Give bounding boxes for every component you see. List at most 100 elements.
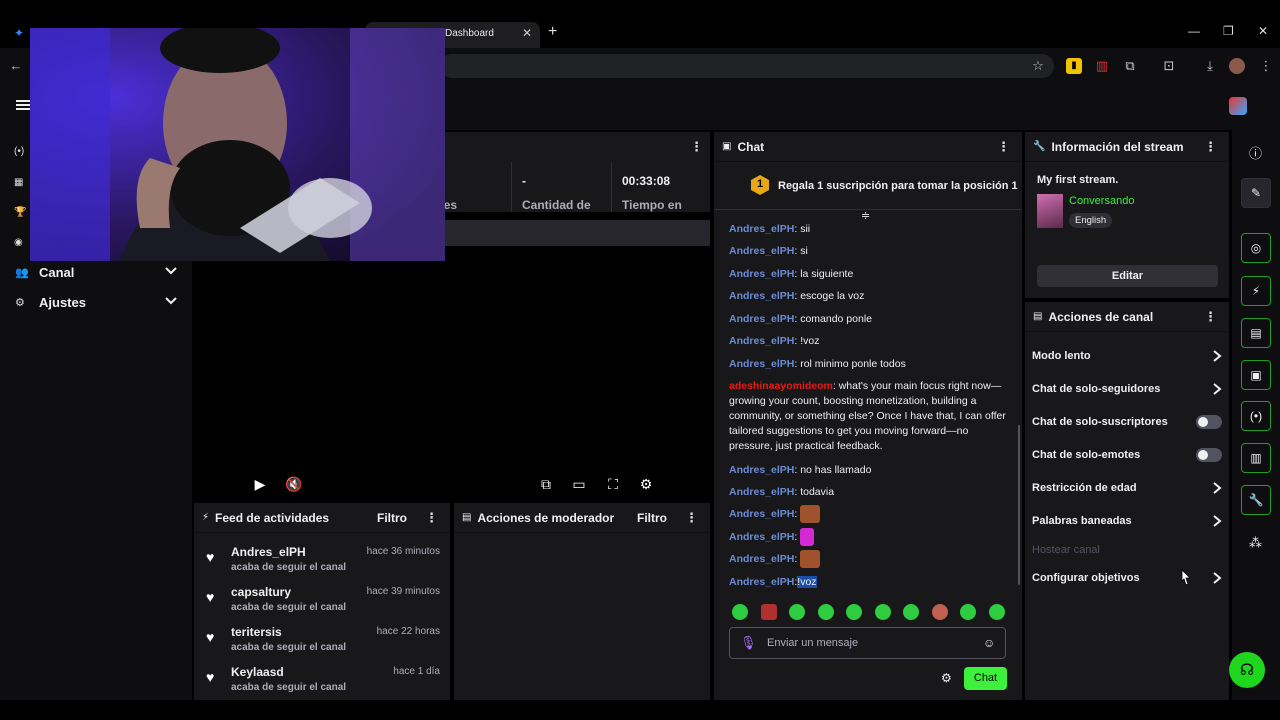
chat-kebab-icon[interactable]: ⋮	[993, 139, 1014, 155]
tab-close-icon[interactable]: ✕	[522, 26, 532, 40]
mod-kebab-icon[interactable]: ⋮	[681, 510, 702, 526]
sidebar-item-ajustes[interactable]: ⚙ Ajustes	[0, 287, 192, 317]
chat-username[interactable]: Andres_elPH	[729, 245, 794, 257]
sidebar-item-canal[interactable]: 👥 Canal	[0, 257, 192, 287]
window-close-icon[interactable]: ✕	[1258, 24, 1268, 38]
action-configure-goals[interactable]: Configurar objetivos	[1032, 566, 1222, 590]
video-settings-icon[interactable]: ⚙	[638, 476, 654, 492]
edit-quick-actions-button[interactable]: ✎	[1241, 178, 1271, 208]
feed-filter-button[interactable]: Filtro	[377, 511, 407, 525]
emotes-only-toggle[interactable]	[1196, 448, 1222, 462]
action-emotes-only[interactable]: Chat de solo-emotes	[1032, 443, 1222, 467]
chat-username[interactable]: Andres_elPH	[729, 358, 794, 370]
restore-icon[interactable]: ❐	[1223, 24, 1234, 38]
download-icon[interactable]: ⤓	[1202, 58, 1218, 74]
list-item[interactable]: ♥ Andres_elPH hace 36 minutos acaba de s…	[200, 541, 446, 581]
chevron-right-icon	[1213, 515, 1222, 527]
add-quick-action-icon[interactable]: ⁂	[1249, 535, 1262, 551]
feed-kebab-icon[interactable]: ⋮	[421, 510, 442, 526]
category-box-art[interactable]	[1037, 194, 1063, 228]
info-icon[interactable]: ⓘ	[1249, 143, 1262, 162]
action-subscribers-only[interactable]: Chat de solo-suscriptores	[1032, 410, 1222, 434]
emote-picker-item[interactable]	[989, 604, 1005, 620]
emote-picker-item[interactable]	[789, 604, 805, 620]
minimize-icon[interactable]: —	[1188, 24, 1200, 38]
chat-username[interactable]: adeshinaayomideom	[729, 380, 833, 392]
extensions-icon[interactable]: ⧉	[1122, 58, 1138, 74]
video-preview[interactable]	[194, 248, 710, 500]
stream-manager-icon[interactable]: (•)	[14, 146, 28, 160]
cast-search-icon[interactable]: ⊡	[1161, 58, 1177, 74]
chat-username[interactable]: Andres_elPH	[729, 553, 794, 565]
trophy-icon[interactable]: 🏆	[14, 207, 28, 221]
back-icon[interactable]: ←	[8, 58, 24, 74]
subscribers-only-toggle[interactable]	[1196, 415, 1222, 429]
community-icon[interactable]: ◉	[14, 237, 28, 251]
quick-action-ad[interactable]: ⚡	[1241, 276, 1271, 306]
stream-info-kebab-icon[interactable]: ⋮	[1200, 139, 1221, 155]
chat-scrollbar[interactable]	[1018, 425, 1020, 585]
emote-picker-item[interactable]	[732, 604, 748, 620]
list-item[interactable]: ♥ teritersis hace 22 horas acaba de segu…	[200, 621, 446, 661]
list-item[interactable]: ♥ Keylaasd hace 1 día acaba de seguir el…	[200, 661, 446, 701]
chat-message: Andres_elPH: todavia	[729, 485, 1009, 500]
emoji-icon[interactable]: ☺	[983, 636, 995, 650]
analytics-icon[interactable]: ▦	[14, 177, 28, 191]
fullscreen-icon[interactable]: ⛶	[605, 476, 621, 492]
chat-username[interactable]: Andres_elPH	[729, 290, 794, 302]
help-headset-button[interactable]: ☊	[1229, 652, 1265, 688]
chat-send-button[interactable]: Chat	[964, 667, 1007, 690]
emote-picker-item[interactable]	[818, 604, 834, 620]
chat-username[interactable]: Andres_elPH	[729, 268, 794, 280]
emote-picker-item[interactable]	[875, 604, 891, 620]
quick-action-clip[interactable]: ◎	[1241, 233, 1271, 263]
action-slow-mode[interactable]: Modo lento	[1032, 344, 1222, 368]
picture-in-picture-icon[interactable]: ⧉	[538, 476, 554, 492]
action-followers-only[interactable]: Chat de solo-seguidores	[1032, 377, 1222, 401]
emote-picker-item[interactable]	[846, 604, 862, 620]
mute-icon[interactable]: 🔇	[285, 476, 302, 492]
extension-puzzle-icon[interactable]: ✦	[14, 26, 24, 40]
chat-username[interactable]: Andres_elPH	[729, 486, 794, 498]
address-bar[interactable]	[440, 54, 1054, 78]
quick-action-notes[interactable]: ▤	[1241, 318, 1271, 348]
emote-picker-item[interactable]	[903, 604, 919, 620]
quick-action-chat[interactable]: ▣	[1241, 360, 1271, 390]
stream-category[interactable]: Conversando	[1069, 195, 1134, 207]
list-item[interactable]: ♥ capsaltury hace 39 minutos acaba de se…	[200, 581, 446, 621]
quick-action-settings[interactable]: 🔧	[1241, 485, 1271, 515]
quick-action-marker[interactable]: ▥	[1241, 443, 1271, 473]
chat-username[interactable]: Andres_elPH	[729, 508, 794, 520]
chat-username[interactable]: Andres_elPH	[729, 576, 794, 588]
new-tab-button[interactable]: +	[548, 23, 557, 41]
bookmark-star-icon[interactable]: ☆	[1030, 58, 1046, 74]
extension-audio-icon[interactable]: ▥	[1094, 58, 1110, 74]
emote-picker-item[interactable]	[960, 604, 976, 620]
channel-actions-kebab-icon[interactable]: ⋮	[1200, 309, 1221, 325]
hamburger-menu-icon[interactable]	[16, 98, 30, 112]
extension-yellow-icon[interactable]: ▮	[1066, 58, 1082, 74]
chat-username[interactable]: Andres_elPH	[729, 313, 794, 325]
chat-username[interactable]: Andres_elPH	[729, 531, 794, 543]
theater-mode-icon[interactable]: ▭	[571, 476, 587, 492]
profile-avatar-icon[interactable]	[1229, 58, 1245, 74]
collapse-banner-icon[interactable]: ≑	[861, 209, 870, 222]
emote-picker-item[interactable]	[932, 604, 948, 620]
action-banned-words[interactable]: Palabras baneadas	[1032, 509, 1222, 533]
chat-username[interactable]: Andres_elPH	[729, 464, 794, 476]
edit-button[interactable]: Editar	[1037, 265, 1218, 287]
microphone-icon[interactable]: 🎙	[740, 635, 757, 651]
action-age-restriction[interactable]: Restricción de edad	[1032, 476, 1222, 500]
chat-settings-icon[interactable]: ⚙	[941, 671, 952, 685]
pink-emote	[800, 528, 815, 546]
browser-menu-icon[interactable]: ⋮	[1258, 58, 1274, 74]
mod-filter-button[interactable]: Filtro	[637, 511, 667, 525]
action-label: Modo lento	[1032, 350, 1091, 362]
chat-username[interactable]: Andres_elPH	[729, 335, 794, 347]
user-avatar[interactable]	[1229, 97, 1247, 115]
stats-kebab-icon[interactable]: ⋮	[686, 139, 707, 155]
quick-action-raid[interactable]: (•)	[1241, 401, 1271, 431]
play-icon[interactable]: ▶	[252, 476, 268, 492]
emote-picker-item[interactable]	[761, 604, 777, 620]
chat-username[interactable]: Andres_elPH	[729, 223, 794, 235]
